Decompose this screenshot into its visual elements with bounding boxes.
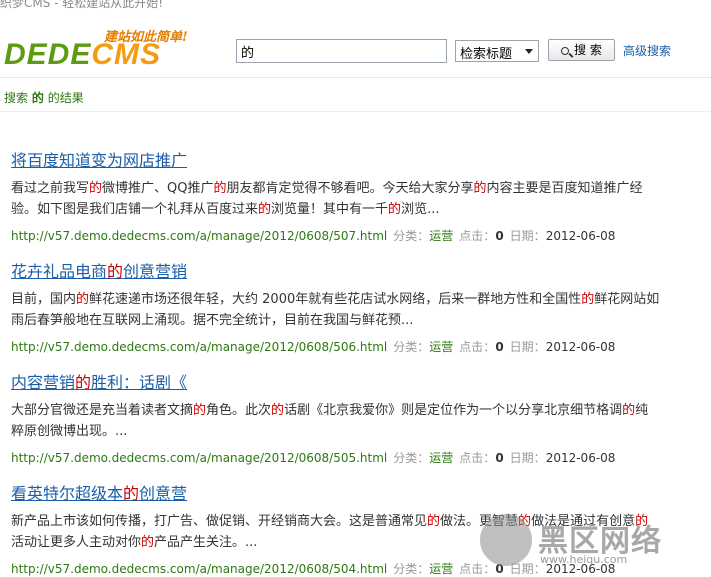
result-meta: http://v57.demo.dedecms.com/a/manage/201… xyxy=(11,338,711,356)
category-label: 分类： xyxy=(393,562,430,576)
clicks-label: 点击： xyxy=(459,229,496,243)
breadcrumb-suffix: 的结果 xyxy=(47,91,84,105)
text-segment: 内容营销 xyxy=(11,373,76,392)
text-segment: 创意营销 xyxy=(123,262,188,281)
result-date: 2012-06-08 xyxy=(545,340,616,354)
search-button[interactable]: 搜 索 xyxy=(548,39,615,61)
result-title-link[interactable]: 看英特尔超级本的创意营 xyxy=(11,483,711,507)
category-label: 分类： xyxy=(393,229,430,243)
category-label: 分类： xyxy=(393,340,430,354)
result-description: 目前，国内的鲜花速递市场还很年轻，大约 2000年就有些花店试水网络，后来一群地… xyxy=(11,289,661,331)
result-item: 将百度知道变为网店推广 看过之前我写的微博推广、QQ推广的朋友都肯定觉得不够看吧。… xyxy=(11,150,711,261)
search-icon xyxy=(561,47,570,55)
date-label: 日期： xyxy=(509,340,546,354)
result-date: 2012-06-08 xyxy=(545,451,616,465)
search-button-label: 搜 索 xyxy=(574,43,602,57)
result-meta: http://v57.demo.dedecms.com/a/manage/201… xyxy=(11,449,711,467)
result-url-link[interactable]: http://v57.demo.dedecms.com/a/manage/201… xyxy=(11,562,387,576)
keyword-highlight: 的 xyxy=(107,262,124,281)
text-segment: 微博推广、QQ推广 xyxy=(102,181,214,196)
clicks-label: 点击： xyxy=(459,451,496,465)
text-segment: 话剧《北京我爱你》则是定位作为一个以分享北京细节格调 xyxy=(284,403,623,418)
search-input[interactable] xyxy=(236,39,447,63)
browser-title-bar: 织梦CMS - 轻松建站从此开始! xyxy=(0,0,711,12)
keyword-highlight: 的 xyxy=(581,292,595,307)
keyword-highlight: 的 xyxy=(123,484,140,503)
watermark: 黑区网络 www.heiqu.com xyxy=(480,512,711,577)
breadcrumb: 搜索 的 的结果 xyxy=(4,89,84,106)
result-description: 看过之前我写的微博推广、QQ推广的朋友都肯定觉得不够看吧。今天给大家分享的内容主… xyxy=(11,178,661,220)
advanced-search-link[interactable]: 高级搜索 xyxy=(623,42,671,59)
clicks-count: 0 xyxy=(495,340,504,354)
date-label: 日期： xyxy=(509,451,546,465)
watermark-subtext: www.heiqu.com xyxy=(540,553,628,566)
keyword-highlight: 的 xyxy=(622,403,636,418)
date-label: 日期： xyxy=(509,229,546,243)
result-item: 花卉礼品电商的创意营销 目前，国内的鲜花速递市场还很年轻，大约 2000年就有些花… xyxy=(11,261,711,372)
keyword-highlight: 的 xyxy=(213,181,227,196)
result-date: 2012-06-08 xyxy=(545,229,616,243)
logo-wordmark: DEDECMS xyxy=(4,38,161,72)
text-segment: 花卉礼品电商 xyxy=(11,262,108,281)
dedecms-logo[interactable]: 建站如此简单! DEDECMS xyxy=(4,26,216,74)
keyword-highlight: 的 xyxy=(193,403,207,418)
category-link[interactable]: 运营 xyxy=(429,451,453,465)
text-segment: 看英特尔超级本 xyxy=(11,484,124,503)
text-segment: 朋友都肯定觉得不够看吧。今天给大家分享 xyxy=(226,181,474,196)
text-segment: 角色。此次 xyxy=(206,403,272,418)
result-title-link[interactable]: 内容营销的胜利：话剧《 xyxy=(11,372,711,396)
text-segment: 活动让更多人主动对你 xyxy=(11,535,142,550)
text-segment: 产品产生关注。... xyxy=(154,535,258,550)
result-item: 内容营销的胜利：话剧《 大部分官微还是充当着读者文摘的角色。此次的话剧《北京我爱你… xyxy=(11,372,711,483)
site-header: 建站如此简单! DEDECMS 检索标题 搜 索 高级搜索 xyxy=(0,12,711,78)
clicks-label: 点击： xyxy=(459,340,496,354)
breadcrumb-keyword: 的 xyxy=(31,91,44,105)
text-segment: 创意营 xyxy=(139,484,188,503)
text-segment: 胜利：话剧《 xyxy=(91,373,188,392)
result-title-link[interactable]: 将百度知道变为网店推广 xyxy=(11,150,711,174)
category-link[interactable]: 运营 xyxy=(429,340,453,354)
search-scope-value: 检索标题 xyxy=(460,47,513,62)
keyword-highlight: 的 xyxy=(258,202,272,217)
result-title-link[interactable]: 花卉礼品电商的创意营销 xyxy=(11,261,711,285)
clicks-count: 0 xyxy=(495,451,504,465)
text-segment: 目前，国内 xyxy=(11,292,77,307)
keyword-highlight: 的 xyxy=(89,181,103,196)
category-link[interactable]: 运营 xyxy=(429,229,453,243)
text-segment: 将百度知道变为网店推广 xyxy=(11,151,188,170)
logo-text-left: DEDE xyxy=(4,38,92,71)
text-segment: 大部分官微还是充当着读者文摘 xyxy=(11,403,194,418)
text-segment: 浏览... xyxy=(401,202,440,217)
keyword-highlight: 的 xyxy=(141,535,155,550)
text-segment: 看过之前我写 xyxy=(11,181,90,196)
logo-text-right: CMS xyxy=(91,38,162,71)
category-link[interactable]: 运营 xyxy=(429,562,453,576)
header-divider xyxy=(0,111,711,112)
text-segment: 新产品上市该如何传播，打广告、做促销、开经销商大会。这是普通常见 xyxy=(11,514,428,529)
result-meta: http://v57.demo.dedecms.com/a/manage/201… xyxy=(11,227,711,245)
text-segment: 鲜花速递市场还很年轻，大约 2000年就有些花店试水网络，后来一群地方性和全国性 xyxy=(89,292,582,307)
breadcrumb-prefix: 搜索 xyxy=(4,91,29,105)
keyword-highlight: 的 xyxy=(388,202,402,217)
category-label: 分类： xyxy=(393,451,430,465)
keyword-highlight: 的 xyxy=(473,181,487,196)
keyword-highlight: 的 xyxy=(76,292,90,307)
watermark-logo-icon xyxy=(480,514,532,566)
result-description: 大部分官微还是充当着读者文摘的角色。此次的话剧《北京我爱你》则是定位作为一个以分… xyxy=(11,400,661,442)
keyword-highlight: 的 xyxy=(75,373,92,392)
keyword-highlight: 的 xyxy=(427,514,441,529)
window-title: 织梦CMS - 轻松建站从此开始! xyxy=(0,0,164,10)
text-segment: 浏览量！其中有一千 xyxy=(271,202,389,217)
search-scope-select[interactable]: 检索标题 xyxy=(455,40,539,62)
result-url-link[interactable]: http://v57.demo.dedecms.com/a/manage/201… xyxy=(11,340,387,354)
chevron-down-icon xyxy=(525,49,533,54)
keyword-highlight: 的 xyxy=(271,403,285,418)
result-url-link[interactable]: http://v57.demo.dedecms.com/a/manage/201… xyxy=(11,229,387,243)
result-url-link[interactable]: http://v57.demo.dedecms.com/a/manage/201… xyxy=(11,451,387,465)
clicks-count: 0 xyxy=(495,229,504,243)
